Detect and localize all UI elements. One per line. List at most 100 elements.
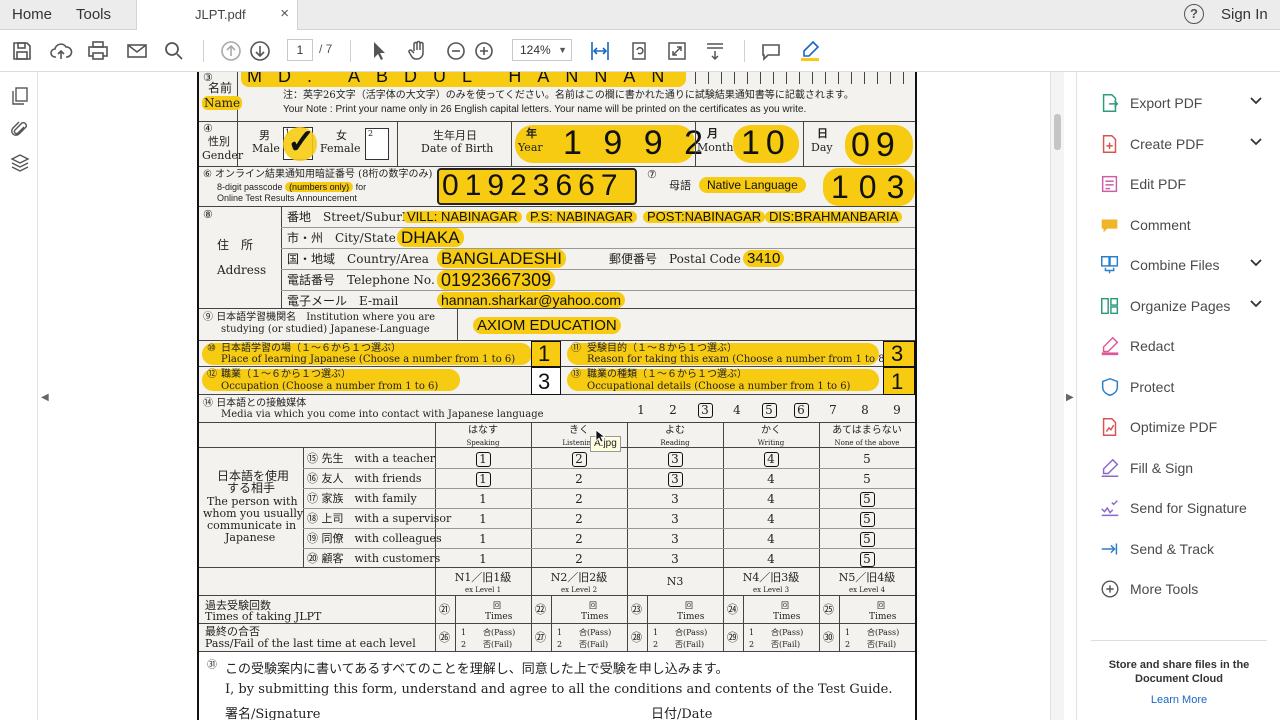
combine-files-icon	[1099, 254, 1121, 276]
tool-item-label: Protect	[1130, 378, 1175, 395]
tool-item-protect[interactable]: Protect	[1099, 374, 1269, 402]
times-taken-row: 過去受験回数 Times of taking JLPT ㉑ 回 Times ㉒ 回…	[199, 596, 915, 624]
tool-item-label: Combine Files	[1130, 257, 1220, 273]
edit-pdf-icon	[1099, 173, 1121, 195]
tool-item-label: Redact	[1130, 338, 1175, 354]
close-tab-icon[interactable]: ×	[280, 5, 289, 22]
chevron-down-icon[interactable]	[1249, 296, 1263, 310]
comment-icon[interactable]	[759, 39, 783, 63]
optimize-pdf-icon	[1099, 416, 1121, 438]
city-value: DHAKA	[397, 228, 464, 247]
rotate-page-icon[interactable]	[627, 39, 651, 63]
help-icon[interactable]: ?	[1184, 4, 1204, 24]
comment-icon	[1099, 214, 1121, 236]
tool-item-send-for-signature[interactable]: Send for Signature	[1099, 495, 1269, 523]
zoom-level-select[interactable]: 124% ▼	[512, 39, 572, 61]
tool-item-edit-pdf[interactable]: Edit PDF	[1099, 171, 1269, 199]
document-tab-title: JLPT.pdf	[195, 7, 246, 22]
vertical-scrollbar[interactable]	[1050, 72, 1064, 720]
save-icon[interactable]	[10, 39, 34, 63]
scroll-mode-icon[interactable]	[703, 39, 727, 63]
page-thumbnails-icon[interactable]	[10, 86, 30, 106]
organize-pages-icon	[1099, 295, 1121, 317]
tool-item-label: Edit PDF	[1130, 176, 1187, 192]
tool-item-label: Send for Signature	[1130, 500, 1247, 516]
email-value: hannan.sharkar@yahoo.com	[437, 292, 625, 308]
tool-item-label: Optimize PDF	[1130, 419, 1218, 435]
hand-tool-icon[interactable]	[406, 39, 430, 63]
chevron-down-icon: ▼	[558, 45, 567, 55]
print-icon[interactable]	[86, 39, 110, 63]
document-tab[interactable]: JLPT.pdf ×	[136, 0, 298, 30]
layers-icon[interactable]	[10, 153, 30, 173]
tools-tab[interactable]: Tools	[76, 6, 111, 23]
tool-item-organize-pages[interactable]: Organize Pages	[1099, 293, 1269, 321]
export-pdf-icon	[1099, 92, 1121, 114]
name-label: Name	[202, 96, 243, 110]
postal-code-value: 3410	[743, 250, 785, 267]
page-number-input[interactable]: 1	[287, 39, 313, 61]
passcode-row: ⑥ オンライン結果通知用暗証番号 (8桁の数字のみ) 8-digit passc…	[199, 167, 915, 207]
name-value: MD. ABDUL HANNAN	[241, 72, 687, 87]
left-navigation-rail	[0, 72, 38, 720]
address-row: ⑧ 住 所 Address 番地 Street/Suburb VILL: NAB…	[199, 207, 915, 309]
chevron-down-icon[interactable]	[1249, 93, 1263, 107]
tab-bar: Home Tools JLPT.pdf × ? Sign In	[0, 0, 1280, 30]
email-icon[interactable]	[125, 39, 149, 63]
tool-item-more-tools[interactable]: More Tools	[1099, 576, 1269, 604]
application-form-page: ③ 名前 Name MD. ABDUL HANNAN 注：英字26文字（活字体の…	[197, 72, 917, 720]
document-viewer[interactable]: ③ 名前 Name MD. ABDUL HANNAN 注：英字26文字（活字体の…	[50, 72, 1050, 720]
communication-table: 日本語を使用 する相手 The person with whom you usu…	[199, 448, 915, 568]
document-cloud-promo: Store and share files in the Document Cl…	[1108, 659, 1250, 685]
tool-item-combine-files[interactable]: Combine Files	[1099, 252, 1269, 280]
signature-label: 署名/Signature	[225, 707, 321, 720]
scrollbar-thumb[interactable]	[1054, 114, 1061, 150]
zoom-out-icon[interactable]	[444, 39, 468, 63]
home-tab[interactable]: Home	[12, 6, 52, 23]
fill-sign-icon	[1099, 457, 1121, 479]
zoom-in-icon[interactable]	[472, 39, 496, 63]
learn-more-link[interactable]: Learn More	[1093, 694, 1265, 706]
attachments-icon[interactable]	[10, 119, 30, 139]
communication-header-row: はなす Speaking きく Listening よむ Reading かく …	[199, 423, 915, 452]
previous-page-icon[interactable]	[219, 39, 243, 63]
protect-icon	[1099, 376, 1121, 398]
tool-item-send-track[interactable]: Send & Track	[1099, 536, 1269, 564]
tool-item-label: Organize Pages	[1130, 297, 1231, 314]
media-row: ⑭ 日本語との接触媒体 Media via which you come int…	[199, 395, 915, 423]
passcode-value: 01923667	[442, 169, 624, 202]
chevron-down-icon[interactable]	[1249, 134, 1263, 148]
q10-q11-row: ⑩ 日本語学習の場（１～６から１つ選ぶ） Place of learning J…	[199, 341, 915, 367]
tool-item-label: More Tools	[1130, 581, 1199, 597]
redact-icon	[1099, 335, 1121, 357]
select-cursor-icon[interactable]	[367, 39, 391, 63]
pass-fail-row: 最終の合否 Pass/Fail of the last time at each…	[199, 624, 915, 652]
tool-item-optimize-pdf[interactable]: Optimize PDF	[1099, 414, 1269, 442]
create-pdf-icon	[1099, 133, 1121, 155]
tool-item-redact[interactable]: Redact	[1099, 333, 1269, 361]
full-screen-icon[interactable]	[665, 39, 689, 63]
sign-in-link[interactable]: Sign In	[1221, 6, 1268, 23]
tool-item-fill-sign[interactable]: Fill & Sign	[1099, 455, 1269, 483]
page-total: / 7	[319, 42, 333, 56]
country-value: BANGLADESHI	[437, 249, 566, 268]
q12-q13-row: ⑫ 職業（１～６から１つ選ぶ） Occupation (Choose a num…	[199, 367, 915, 395]
search-icon[interactable]	[162, 39, 186, 63]
tool-item-export-pdf[interactable]: Export PDF	[1099, 90, 1269, 118]
highlight-pen-icon[interactable]	[798, 39, 822, 63]
tools-panel: Export PDF Create PDF Edit PDF Comment Combi…	[1076, 72, 1280, 720]
gender-dob-row: ④ 性別 Gender 男 Male 1 ✓ 女 Female 2 生年月日 D…	[199, 122, 915, 167]
agreement-section: ㉛ この受験案内に書いてあるすべてのことを理解し、同意した上で受験を申し込みます…	[199, 652, 915, 720]
next-page-icon[interactable]	[248, 39, 272, 63]
tool-item-comment[interactable]: Comment	[1099, 212, 1269, 240]
upload-cloud-icon[interactable]	[49, 39, 73, 63]
fit-width-icon[interactable]	[588, 39, 612, 63]
telephone-value: 01923667309	[437, 270, 556, 290]
agreement-jp: この受験案内に書いてあるすべてのことを理解し、同意した上で受験を申し込みます。	[225, 662, 729, 677]
chevron-down-icon[interactable]	[1249, 255, 1263, 269]
tool-item-create-pdf[interactable]: Create PDF	[1099, 131, 1269, 159]
q11-value: 3	[891, 341, 904, 366]
collapse-right-pane-icon[interactable]: ▶	[1066, 392, 1074, 403]
q13-value: 1	[891, 369, 904, 394]
collapse-left-pane-icon[interactable]: ◀	[41, 392, 49, 403]
